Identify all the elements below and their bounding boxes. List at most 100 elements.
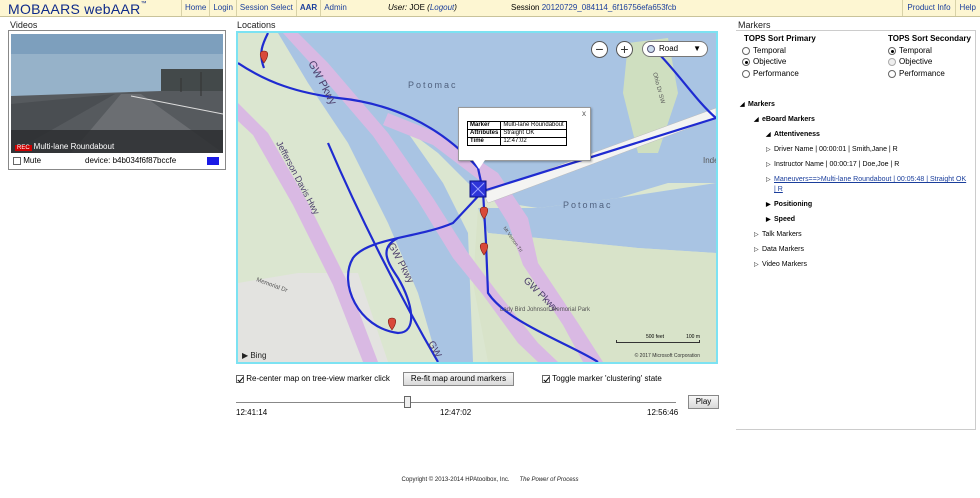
bing-logo: ▶ Bing bbox=[242, 351, 267, 360]
radio-button[interactable] bbox=[742, 69, 750, 78]
footer: Copyright © 2013-2014 HPAtoolbox, Inc. Th… bbox=[0, 477, 980, 483]
recenter-checkbox[interactable] bbox=[236, 374, 244, 383]
app-brand: MOBAARS webAAR™ bbox=[8, 1, 147, 17]
cluster-checkbox[interactable] bbox=[542, 374, 550, 383]
map-label: Potomac bbox=[563, 200, 613, 210]
refit-map-button[interactable]: Re-fit map around markers bbox=[403, 372, 514, 386]
recenter-label: Re-center map on tree-view marker click bbox=[246, 374, 390, 383]
locations-title: Locations bbox=[237, 20, 276, 30]
collapsed-icon: ▶ bbox=[766, 202, 771, 208]
expanded-icon: ◢ bbox=[754, 117, 759, 123]
map-marker[interactable] bbox=[387, 317, 397, 331]
map-view[interactable]: Potomac Potomac GW Pkwy GW Pkwy GW Pkwy … bbox=[236, 31, 718, 364]
map-type-select[interactable]: Road ▼ bbox=[642, 41, 708, 57]
scale-bar: 500 feet 100 m bbox=[616, 334, 700, 344]
cluster-option: Toggle marker 'clustering' state bbox=[542, 374, 662, 383]
marker-popup: x Marker Multi-lane Roundabout Attributes… bbox=[458, 107, 591, 169]
user-info: User: JOE (Logout) bbox=[388, 3, 457, 12]
table-row: Marker Multi-lane Roundabout bbox=[466, 121, 567, 130]
sort-secondary-temporal[interactable]: Temporal bbox=[888, 46, 932, 55]
radio-button[interactable] bbox=[742, 46, 750, 55]
sort-primary-objective[interactable]: Objective bbox=[742, 57, 786, 66]
expanded-icon: ◢ bbox=[766, 132, 771, 138]
expanded-icon: ◢ bbox=[740, 102, 745, 108]
timeline-thumb[interactable] bbox=[404, 396, 412, 408]
tree-item-talk[interactable]: ▷ Talk Markers bbox=[754, 231, 802, 238]
session-id[interactable]: 20120729_084114_6f16756efa653fcb bbox=[542, 3, 677, 12]
table-row: Attributes Straight OK bbox=[466, 129, 567, 138]
video-player[interactable]: REC Multi-lane Roundabout bbox=[11, 34, 223, 153]
timeline-current: 12:47:02 bbox=[440, 408, 472, 417]
nav-session-select[interactable]: Session Select bbox=[235, 0, 296, 16]
tree-item-maneuver[interactable]: ▷ Maneuvers==>Multi-lane Roundabout | 00:… bbox=[766, 176, 966, 183]
map-label: Potomac bbox=[408, 80, 458, 90]
right-nav: Product Info Help bbox=[902, 0, 980, 16]
nav-product-info[interactable]: Product Info bbox=[902, 0, 954, 16]
radio-button[interactable] bbox=[888, 69, 896, 78]
markers-panel: TOPS Sort Primary Temporal Objective Per… bbox=[736, 30, 976, 430]
top-bar: MOBAARS webAAR™ Home Login Session Selec… bbox=[0, 0, 980, 17]
tree-item-video[interactable]: ▷ Video Markers bbox=[754, 261, 807, 268]
tree-item-eboard[interactable]: ◢ eBoard Markers bbox=[754, 116, 815, 123]
logout-link[interactable]: Logout bbox=[430, 3, 454, 12]
nav-aar[interactable]: AAR bbox=[295, 0, 320, 16]
video-caption: REC Multi-lane Roundabout bbox=[15, 142, 115, 151]
main-nav: Home Login Session Select AAR Admin bbox=[181, 0, 350, 16]
videos-title: Videos bbox=[10, 20, 38, 30]
map-copyright: © 2017 Microsoft Corporation bbox=[634, 353, 700, 359]
tree-item-speed[interactable]: ▶ Speed bbox=[766, 216, 795, 223]
mute-label: Mute bbox=[23, 156, 42, 165]
sort-primary-temporal[interactable]: Temporal bbox=[742, 46, 786, 55]
map-label: Inde bbox=[703, 156, 716, 165]
nav-admin[interactable]: Admin bbox=[320, 0, 350, 16]
tree-item-data[interactable]: ▷ Data Markers bbox=[754, 246, 804, 253]
popup-pointer bbox=[473, 160, 485, 169]
radio-button[interactable] bbox=[888, 57, 896, 66]
footer-copyright: Copyright © 2013-2014 HPAtoolbox, Inc. bbox=[401, 477, 510, 483]
cluster-label: Toggle marker 'clustering' state bbox=[552, 374, 662, 383]
sort-primary-performance[interactable]: Performance bbox=[742, 69, 799, 78]
sort-secondary-objective[interactable]: Objective bbox=[888, 57, 932, 66]
tree-item-positioning[interactable]: ▶ Positioning bbox=[766, 201, 812, 208]
popup-table: Marker Multi-lane Roundabout Attributes St… bbox=[466, 121, 567, 146]
zoom-out-button[interactable]: − bbox=[591, 41, 608, 58]
collapsed-icon: ▷ bbox=[754, 247, 759, 253]
tree-item-markers[interactable]: ◢ Markers bbox=[740, 101, 775, 108]
chevron-down-icon: ▼ bbox=[693, 44, 701, 53]
session-info: Session 20120729_084114_6f16756efa653fcb bbox=[511, 3, 677, 12]
sort-secondary-performance[interactable]: Performance bbox=[888, 69, 945, 78]
video-controls: Mute device: b4b034f6f87bccfe bbox=[13, 156, 223, 168]
video-panel: REC Multi-lane Roundabout Mute device: b4… bbox=[8, 30, 226, 170]
zoom-in-button[interactable]: + bbox=[616, 41, 633, 58]
collapsed-icon: ▷ bbox=[766, 177, 771, 183]
collapsed-icon: ▷ bbox=[754, 232, 759, 238]
mute-checkbox[interactable] bbox=[13, 156, 21, 165]
map-label: Lady Bird Johnson Memorial Park bbox=[500, 307, 591, 313]
collapsed-icon: ▷ bbox=[766, 162, 771, 168]
tree-item-maneuver-tail[interactable]: | R bbox=[774, 186, 783, 193]
tree-item-attentiveness[interactable]: ◢ Attentiveness bbox=[766, 131, 820, 138]
map-canvas: Potomac Potomac GW Pkwy GW Pkwy GW Pkwy … bbox=[238, 33, 716, 362]
collapsed-icon: ▷ bbox=[766, 147, 771, 153]
nav-help[interactable]: Help bbox=[954, 0, 980, 16]
collapsed-icon: ▷ bbox=[754, 262, 759, 268]
collapsed-icon: ▶ bbox=[766, 217, 771, 223]
timeline-track[interactable] bbox=[236, 402, 676, 403]
play-button[interactable]: Play bbox=[688, 395, 719, 409]
table-row: Time 12:47:02 bbox=[466, 137, 567, 146]
radio-button[interactable] bbox=[888, 46, 896, 55]
timeline-end: 12:56:46 bbox=[647, 408, 679, 417]
close-icon[interactable]: x bbox=[582, 109, 586, 118]
tree-item-driver[interactable]: ▷ Driver Name | 00:00:01 | Smith,Jane | R bbox=[766, 146, 898, 153]
device-label: device: b4b034f6f87bccfe bbox=[85, 156, 177, 165]
video-frame-image bbox=[11, 34, 223, 153]
marker-cluster[interactable] bbox=[469, 180, 487, 198]
recenter-option: Re-center map on tree-view marker click bbox=[236, 374, 390, 383]
footer-tagline: The Power of Process bbox=[519, 477, 579, 483]
device-color-swatch bbox=[207, 157, 219, 165]
sort-secondary-title: TOPS Sort Secondary bbox=[888, 34, 971, 43]
tree-item-instructor[interactable]: ▷ Instructor Name | 00:00:17 | Doe,Joe | … bbox=[766, 161, 899, 168]
nav-login[interactable]: Login bbox=[209, 0, 236, 16]
radio-button[interactable] bbox=[742, 57, 750, 66]
nav-home[interactable]: Home bbox=[181, 0, 209, 16]
